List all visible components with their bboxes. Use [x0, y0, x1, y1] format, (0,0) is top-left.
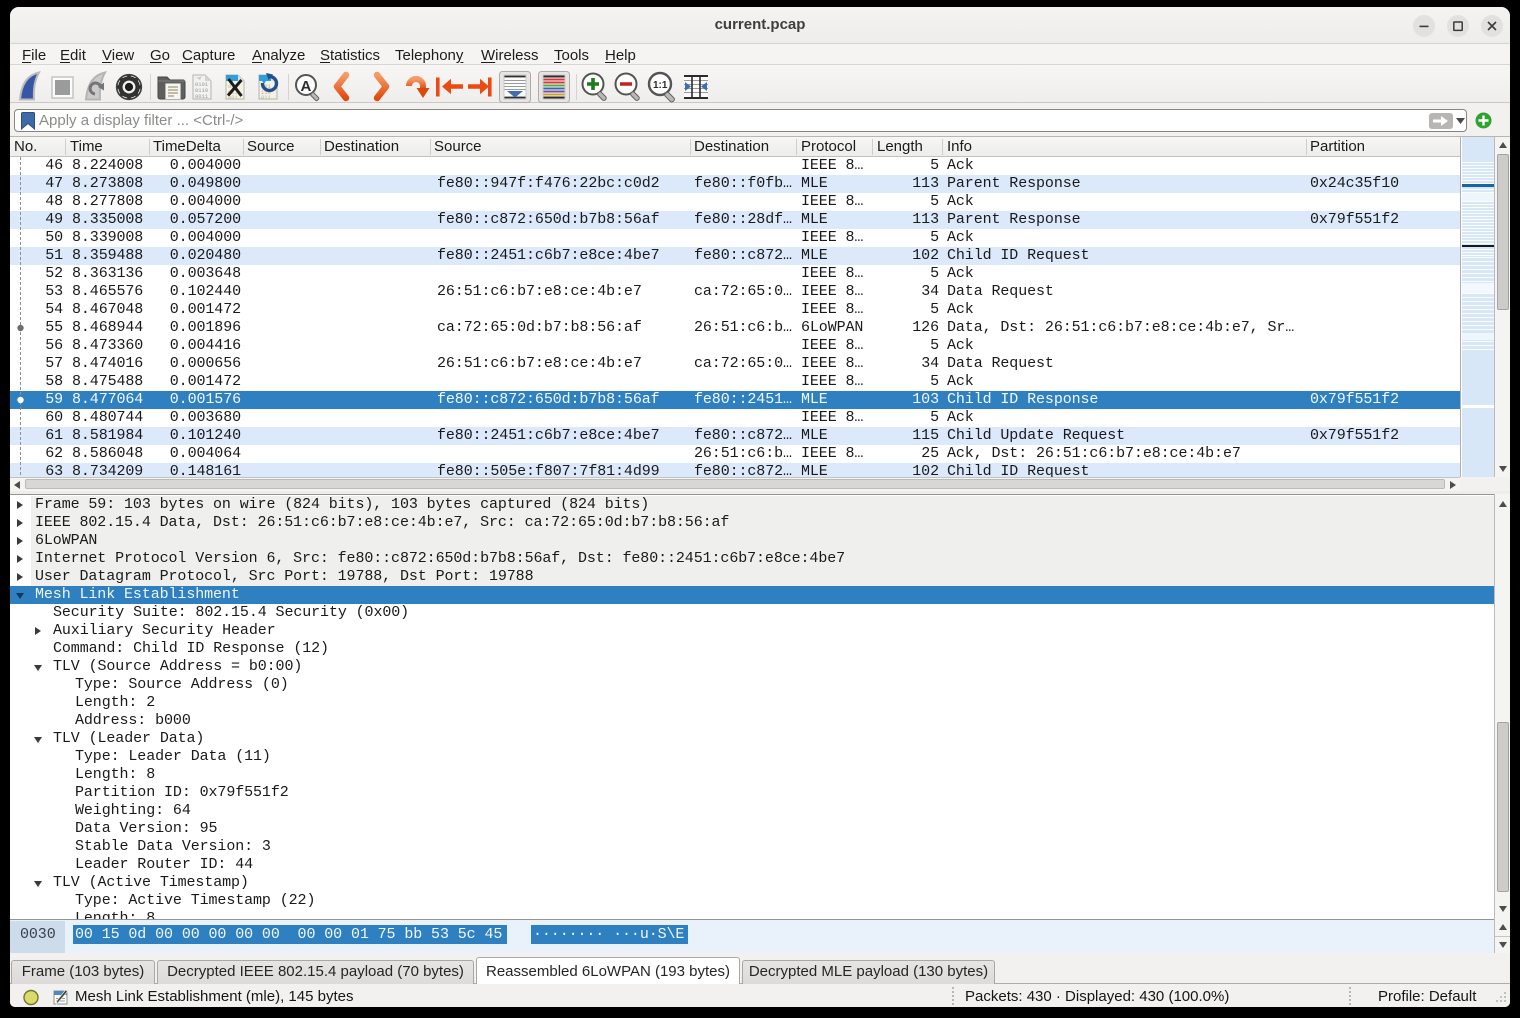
svg-text:0011: 0011 [195, 93, 209, 100]
svg-text:1:1: 1:1 [653, 80, 668, 91]
svg-text:A: A [301, 78, 312, 95]
svg-text:011: 011 [261, 94, 272, 101]
